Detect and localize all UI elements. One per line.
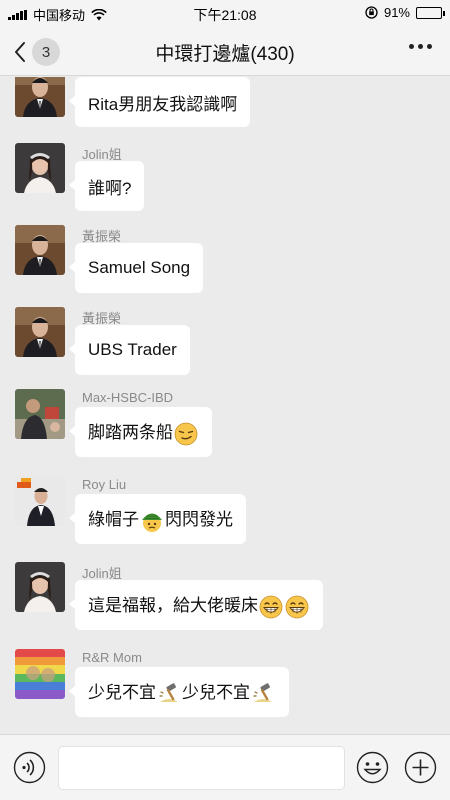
message-text: Rita男朋友我認識啊 [88, 94, 238, 114]
grin-emoji-icon [285, 595, 309, 619]
suit-man-avatar[interactable] [15, 225, 65, 275]
more-button[interactable] [409, 44, 432, 49]
hammer-emoji-icon [251, 682, 275, 706]
message-bubble[interactable]: 綠帽子 閃閃發光 [69, 494, 246, 544]
input-bar [0, 734, 450, 800]
emoji-button[interactable] [356, 751, 389, 784]
message-bubble[interactable]: 這是福報，給大佬暖床 [69, 580, 323, 630]
smirk-emoji-icon [174, 422, 198, 446]
message-bubble[interactable]: UBS Trader [69, 325, 190, 375]
rainbow-avatar[interactable] [15, 649, 65, 699]
suit-man-avatar[interactable] [15, 77, 65, 117]
nav-bar: 3 中環打邊爐(430) [0, 26, 450, 76]
message-text: 這是福報，給大佬暖床 [88, 596, 258, 616]
message-text: UBS Trader [88, 340, 177, 359]
chat-title: 中環打邊爐(430) [155, 44, 295, 65]
battery-icon [416, 6, 445, 19]
status-bar: 中国移动 下午21:08 91% [0, 0, 450, 26]
voice-input-button[interactable] [13, 751, 46, 784]
chat-area[interactable]: Rita男朋友我認識啊 Jolin姐 誰啊? 黃振榮 Samuel Song 黃… [0, 77, 450, 734]
pwc-avatar[interactable] [15, 476, 65, 526]
suit-man-avatar[interactable] [15, 307, 65, 357]
hammer-emoji-icon [157, 682, 181, 706]
sender-name: Max-HSBC-IBD [82, 390, 174, 405]
message-bubble[interactable]: 少兒不宜 少兒不宜 [69, 667, 289, 717]
message-text: Samuel Song [88, 258, 191, 277]
more-dot-icon [427, 44, 432, 49]
message-input[interactable] [58, 746, 345, 790]
message-bubble[interactable]: Rita男朋友我認識啊 [69, 77, 251, 127]
more-dot-icon [409, 44, 414, 49]
message-text: 綠帽子 [88, 510, 139, 530]
sender-name: R&R Mom [82, 650, 142, 665]
message-bubble[interactable]: 誰啊? [69, 161, 145, 211]
message-text: 脚踏两条船 [88, 423, 173, 443]
more-dot-icon [418, 44, 423, 49]
rotation-lock-icon [365, 6, 378, 19]
add-attachment-button[interactable] [404, 751, 437, 784]
message-text: 少兒不宜 [182, 683, 250, 703]
message-text: 誰啊? [88, 178, 132, 198]
woman-avatar[interactable] [15, 562, 65, 612]
battery-percent: 91% [383, 5, 410, 20]
message-bubble[interactable]: Samuel Song [69, 243, 204, 293]
message-text: 少兒不宜 [88, 683, 156, 703]
sender-name: Roy Liu [82, 477, 127, 492]
message-text: 閃閃發光 [165, 510, 233, 530]
message-bubble[interactable]: 脚踏两条船 [69, 407, 212, 457]
green-hat-emoji-icon [140, 509, 164, 533]
grin-emoji-icon [259, 595, 283, 619]
woman-avatar[interactable] [15, 143, 65, 193]
photo-avatar[interactable] [15, 389, 65, 439]
